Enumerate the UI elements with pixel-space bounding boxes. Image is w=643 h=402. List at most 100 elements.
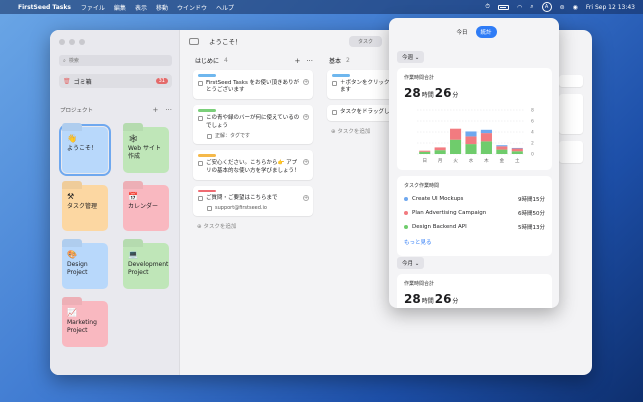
task-checkbox[interactable] bbox=[198, 115, 203, 121]
monthly-total-card: 作業時間合計 28時間26分 bbox=[397, 274, 552, 308]
bar-segment bbox=[450, 128, 462, 140]
tab-today[interactable]: 今日 bbox=[451, 26, 472, 38]
task-card[interactable]: この青や緑のバーが何に使えているのでしょう 正解：タグです + bbox=[193, 105, 313, 145]
add-project-button[interactable]: + bbox=[152, 106, 158, 114]
window-controls bbox=[59, 39, 85, 45]
zoom-button[interactable] bbox=[79, 39, 85, 45]
see-more-link[interactable]: もっと見る bbox=[404, 238, 545, 246]
clock[interactable]: Fri Sep 12 13:43 bbox=[586, 4, 635, 11]
menu-go[interactable]: 移動 bbox=[156, 3, 168, 12]
task-time-row: Design Backend API 5時間13分 bbox=[404, 223, 545, 231]
month-range-label: 今月 bbox=[402, 261, 414, 267]
task-checkbox[interactable] bbox=[332, 80, 337, 86]
weekly-total-card: 作業時間合計 28時間26分 8 6 4 2 0 日 月 火 水 木 金 土 bbox=[397, 68, 552, 170]
add-subtask-icon[interactable]: + bbox=[303, 159, 309, 166]
task-card[interactable] bbox=[559, 94, 583, 134]
month-range-select[interactable]: 今月 ⌄ bbox=[397, 257, 425, 269]
menu-view[interactable]: 表示 bbox=[135, 3, 147, 12]
sidebar-item-trash[interactable]: 🗑 ゴミ箱 31 bbox=[59, 74, 172, 88]
add-card-button[interactable]: + bbox=[294, 57, 300, 65]
bar-segment bbox=[480, 141, 492, 154]
task-card[interactable] bbox=[559, 75, 583, 87]
task-card[interactable] bbox=[559, 141, 583, 163]
subtask-text: support@firstseed.io bbox=[215, 205, 267, 212]
timer-tray-icon[interactable]: ⏱ bbox=[485, 3, 490, 11]
input-source-icon[interactable]: A bbox=[541, 2, 552, 12]
tag-bar bbox=[198, 109, 216, 112]
menu-bar: FirstSeed Tasks ファイル 編集 表示 移動 ウインドウ ヘルプ … bbox=[0, 0, 643, 14]
task-name: Plan Advertising Campaign bbox=[412, 210, 487, 216]
trash-count-badge: 31 bbox=[155, 78, 168, 84]
projects-more-button[interactable]: ··· bbox=[165, 106, 172, 114]
menu-file[interactable]: ファイル bbox=[81, 3, 105, 12]
project-folder-design[interactable]: 🎨 Design Project bbox=[62, 243, 108, 289]
add-task-button[interactable]: ⊕ タスクを追加 bbox=[193, 222, 313, 230]
close-button[interactable] bbox=[59, 39, 65, 45]
tasks-view-button[interactable]: タスク bbox=[349, 36, 383, 47]
task-color-dot bbox=[404, 225, 408, 229]
task-card[interactable]: ご質問・ご要望はこちらまで support@firstseed.io + bbox=[193, 185, 313, 217]
project-folder-task-management[interactable]: ⚒ タスク管理 bbox=[62, 185, 108, 231]
bar-segment bbox=[511, 148, 523, 152]
project-name: タスク管理 bbox=[67, 203, 98, 210]
popover-tabs: 今日 統計 bbox=[389, 26, 559, 38]
menu-window[interactable]: ウインドウ bbox=[177, 3, 207, 12]
task-card[interactable]: ご安心ください。こちらから👉 アプリの基本的な使い方を学びましょう！ + bbox=[193, 150, 313, 180]
app-menu[interactable]: FirstSeed Tasks bbox=[18, 4, 71, 11]
subtask-text: 正解：タグです bbox=[215, 132, 251, 139]
sidebar: ⌕ 検索 🗑 ゴミ箱 31 プロジェクト + ··· 👋 ようこそ！ 🕸 Web… bbox=[50, 30, 180, 375]
battery-icon[interactable] bbox=[497, 4, 509, 10]
task-text: ご質問・ご要望はこちらまで bbox=[206, 195, 278, 202]
task-checkbox[interactable] bbox=[332, 110, 337, 116]
task-checkbox[interactable] bbox=[198, 80, 203, 86]
total-hours: 28 bbox=[404, 292, 421, 306]
y-tick-label: 8 bbox=[531, 108, 534, 114]
bar-segment bbox=[511, 151, 523, 154]
web-icon: 🕸 bbox=[128, 134, 139, 143]
week-range-select[interactable]: 今週 ⌄ bbox=[397, 51, 425, 63]
project-folder-development[interactable]: 💻 Development Project bbox=[123, 243, 169, 289]
bar-segment bbox=[450, 139, 462, 154]
add-subtask-icon[interactable]: + bbox=[303, 114, 309, 121]
task-name: Create UI Mockups bbox=[412, 196, 464, 202]
siri-icon[interactable]: ◉ bbox=[573, 4, 578, 11]
bar-segment bbox=[419, 151, 431, 154]
y-tick-label: 0 bbox=[531, 152, 534, 158]
task-card[interactable]: FirstSeed Tasks をお使い頂きありがとうございます + bbox=[193, 70, 313, 100]
task-time: 6時間50分 bbox=[518, 211, 545, 217]
calendar-icon: 📅 bbox=[128, 192, 138, 201]
add-subtask-icon[interactable]: + bbox=[303, 79, 309, 85]
sidebar-toggle-icon[interactable] bbox=[189, 37, 199, 45]
project-folder-calendar[interactable]: 📅 カレンダー bbox=[123, 185, 169, 231]
subtask-checkbox[interactable] bbox=[207, 133, 212, 139]
project-folder-website[interactable]: 🕸 Web サイト作成 bbox=[123, 127, 169, 173]
menu-edit[interactable]: 編集 bbox=[114, 3, 126, 12]
column-header: はじめに 4 + ··· bbox=[193, 56, 313, 66]
column-more-button[interactable]: ··· bbox=[306, 57, 313, 65]
search-tray-icon[interactable]: ⌕ bbox=[530, 3, 533, 11]
control-center-icon[interactable]: ⊜ bbox=[560, 4, 565, 11]
projects-header-label: プロジェクト bbox=[60, 108, 94, 114]
minimize-button[interactable] bbox=[69, 39, 75, 45]
subtask-checkbox[interactable] bbox=[207, 206, 212, 212]
wifi-icon[interactable]: ◠ bbox=[517, 4, 522, 11]
task-text: この青や緑のバーが何に使えているのでしょう bbox=[206, 114, 300, 129]
minute-unit: 分 bbox=[452, 92, 459, 99]
task-time-card: タスク作業時間 Create UI Mockups 9時間15分 Plan Ad… bbox=[397, 176, 552, 256]
menu-help[interactable]: ヘルプ bbox=[216, 3, 234, 12]
task-checkbox[interactable] bbox=[198, 196, 203, 202]
column-count: 4 bbox=[224, 57, 228, 64]
add-subtask-icon[interactable]: + bbox=[303, 194, 309, 201]
weekly-bar-chart: 8 6 4 2 0 日 月 火 水 木 金 土 bbox=[417, 108, 534, 164]
task-checkbox[interactable] bbox=[198, 160, 203, 166]
task-time-row: Create UI Mockups 9時間15分 bbox=[404, 195, 545, 203]
project-folder-welcome[interactable]: 👋 ようこそ！ bbox=[59, 124, 111, 176]
task-text: ご安心ください。こちらから👉 アプリの基本的な使い方を学びましょう！ bbox=[206, 159, 300, 174]
tab-stats[interactable]: 統計 bbox=[475, 26, 497, 38]
palette-icon: 🎨 bbox=[67, 250, 77, 259]
project-folder-marketing[interactable]: 📈 Marketing Project bbox=[62, 301, 108, 347]
laptop-icon: 💻 bbox=[128, 250, 138, 259]
tag-bar bbox=[332, 74, 350, 77]
project-name: カレンダー bbox=[128, 203, 159, 210]
search-input[interactable]: ⌕ 検索 bbox=[59, 55, 172, 66]
